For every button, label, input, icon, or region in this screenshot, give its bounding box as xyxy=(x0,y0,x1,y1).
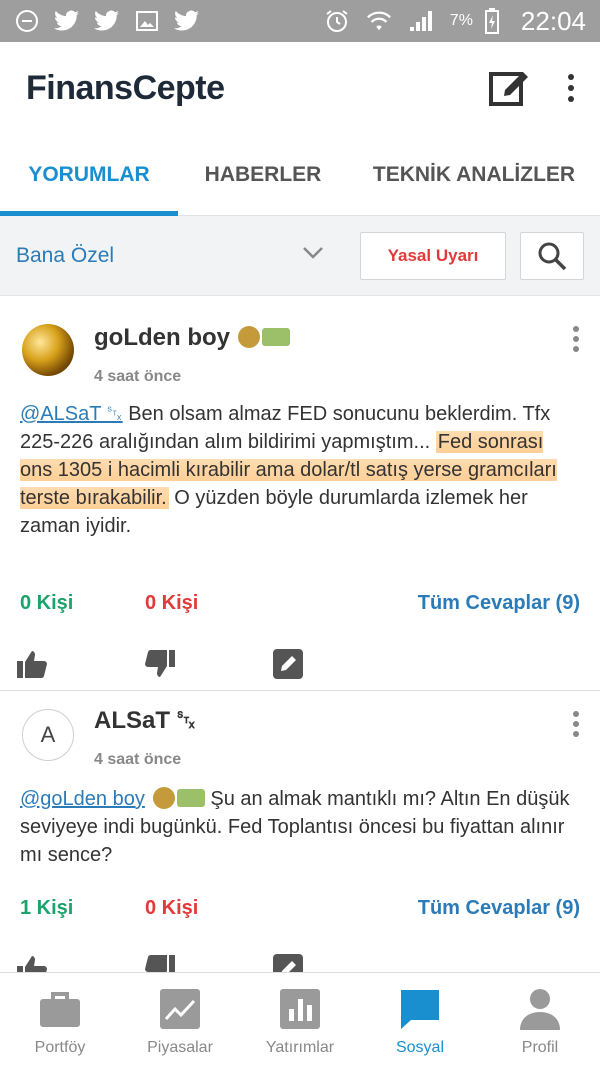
search-icon xyxy=(538,242,567,270)
comment-stats: 0 Kişi 0 Kişi Tüm Cevaplar (9) xyxy=(20,592,580,615)
thumbs-up-icon[interactable] xyxy=(14,951,50,972)
status-bar: 7% 22:04 xyxy=(0,0,600,42)
money-bag-icon xyxy=(152,786,175,809)
nav-yatirimlar[interactable]: Yatırımlar xyxy=(240,973,360,1067)
comment-actions xyxy=(14,951,306,972)
battery-percent: 7% xyxy=(449,12,473,29)
all-replies-link[interactable]: Tüm Cevaplar (9) xyxy=(418,897,580,920)
trend-chart-icon xyxy=(158,987,202,1031)
bar-chart-icon xyxy=(278,987,322,1031)
mention-link[interactable]: @goLden boy xyxy=(20,786,205,810)
thumbs-up-icon[interactable] xyxy=(14,646,50,682)
alarm-icon xyxy=(324,8,350,34)
legal-warning-button[interactable]: Yasal Uyarı xyxy=(360,231,506,280)
tab-bar: YORUMLAR HABERLER TEKNİK ANALİZLER xyxy=(0,134,600,216)
tab-yorumlar[interactable]: YORUMLAR xyxy=(0,134,178,216)
screen-record-icon xyxy=(14,8,40,34)
dislike-count[interactable]: 0 Kişi xyxy=(145,592,198,615)
comment-text: @goLden boy Şu an almak mantıklı mı? Alt… xyxy=(20,785,580,869)
filter-bar: Bana Özel Yasal Uyarı xyxy=(0,216,600,296)
wifi-icon xyxy=(366,8,392,34)
nav-sosyal[interactable]: Sosyal xyxy=(360,973,480,1067)
nav-piyasalar[interactable]: Piyasalar xyxy=(120,973,240,1067)
twitter-icon xyxy=(94,8,120,34)
briefcase-icon xyxy=(38,987,82,1031)
app-logo: FinansCepte xyxy=(26,68,225,107)
author-name-text: goLden boy xyxy=(94,324,230,351)
money-bag-icon xyxy=(237,325,260,348)
timestamp: 4 saat önce xyxy=(94,368,182,385)
nav-label: Profil xyxy=(521,1039,559,1056)
battery-charging-icon xyxy=(479,8,505,34)
clock: 22:04 xyxy=(520,5,586,36)
tab-teknik-analizler[interactable]: TEKNİK ANALİZLER xyxy=(348,134,600,216)
comment-stats: 1 Kişi 0 Kişi Tüm Cevaplar (9) xyxy=(20,897,580,920)
comment-card: goLden boy 4 saat önce @ALSaT ␂ Ben olsa… xyxy=(0,296,600,691)
chevron-down-icon[interactable] xyxy=(302,246,324,265)
app-bar: FinansCepte xyxy=(0,42,600,134)
overflow-menu-icon[interactable] xyxy=(568,74,574,102)
mention-link-text: @goLden boy xyxy=(20,788,145,810)
nav-label: Piyasalar xyxy=(147,1039,213,1056)
nav-portfoy[interactable]: Portföy xyxy=(0,973,120,1067)
more-options-icon[interactable] xyxy=(572,711,580,741)
thumbs-down-icon[interactable] xyxy=(142,646,178,682)
search-button[interactable] xyxy=(520,231,584,280)
all-replies-link[interactable]: Tüm Cevaplar (9) xyxy=(418,592,580,615)
more-options-icon[interactable] xyxy=(572,326,580,356)
timestamp: 4 saat önce xyxy=(94,751,182,768)
nav-label: Yatırımlar xyxy=(265,1039,335,1056)
author-name[interactable]: ALSaT ␂ xyxy=(94,707,196,735)
author-name[interactable]: goLden boy xyxy=(94,324,290,352)
mention-link[interactable]: @ALSaT ␂ xyxy=(20,403,123,425)
like-count[interactable]: 0 Kişi xyxy=(20,592,145,615)
dislike-count[interactable]: 0 Kişi xyxy=(145,897,198,920)
person-icon xyxy=(518,987,562,1031)
nav-profil[interactable]: Profil xyxy=(480,973,600,1067)
gallery-icon xyxy=(134,8,160,34)
chat-bubble-icon xyxy=(398,987,442,1031)
comment-actions xyxy=(14,646,306,682)
reply-edit-icon[interactable] xyxy=(270,951,306,972)
nav-label: Sosyal xyxy=(395,1039,445,1056)
cash-icon xyxy=(176,788,205,807)
tab-haberler[interactable]: HABERLER xyxy=(178,134,348,216)
bottom-navigation: Portföy Piyasalar Yatırımlar Sosyal Prof… xyxy=(0,972,600,1067)
signal-icon xyxy=(408,8,434,34)
comment-card: A ALSaT ␂ 4 saat önce @goLden boy Şu an … xyxy=(0,691,600,972)
comment-text: @ALSaT ␂ Ben olsam almaz FED sonucunu be… xyxy=(20,400,580,540)
avatar[interactable] xyxy=(22,324,74,376)
nav-label: Portföy xyxy=(34,1039,86,1056)
compose-icon[interactable] xyxy=(488,65,530,112)
comment-feed: goLden boy 4 saat önce @ALSaT ␂ Ben olsa… xyxy=(0,296,600,972)
thumbs-down-icon[interactable] xyxy=(142,951,178,972)
twitter-icon xyxy=(174,8,200,34)
avatar[interactable]: A xyxy=(22,709,74,761)
like-count[interactable]: 1 Kişi xyxy=(20,897,145,920)
filter-dropdown[interactable]: Bana Özel xyxy=(16,244,114,268)
cash-icon xyxy=(261,327,290,346)
reply-edit-icon[interactable] xyxy=(270,646,306,682)
twitter-icon xyxy=(54,8,80,34)
